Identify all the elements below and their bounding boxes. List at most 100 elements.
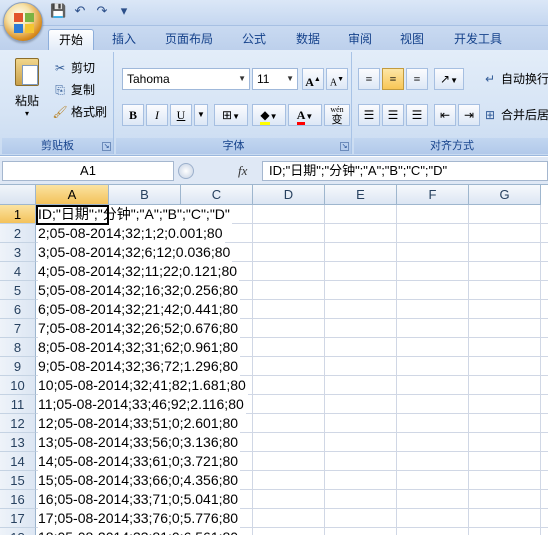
phonetic-button[interactable]: wén 变 — [324, 104, 350, 126]
cell-a6[interactable]: 6;05-08-2014;32;21;42;0.441;80 — [38, 300, 241, 319]
cell-a15[interactable]: 15;05-08-2014;33;66;0;4.356;80 — [38, 471, 241, 490]
cell-a18[interactable]: 18;05-08-2014;33;81;0;6.561;80 — [38, 528, 241, 535]
cell-a5[interactable]: 5;05-08-2014;32;16;32;0.256;80 — [38, 281, 241, 300]
tab-review[interactable]: 审阅 — [340, 29, 380, 50]
column-header-f[interactable]: F — [397, 185, 469, 205]
row-header-8[interactable]: 8 — [0, 338, 36, 357]
merge-center-button[interactable]: ⊞ 合并后居 — [482, 105, 548, 125]
column-header-a[interactable]: A — [36, 185, 109, 205]
row-header-6[interactable]: 6 — [0, 300, 36, 319]
cell-a9[interactable]: 9;05-08-2014;32;36;72;1.296;80 — [38, 357, 241, 376]
increase-indent-button[interactable]: ⇥ — [458, 104, 480, 126]
row-header-7[interactable]: 7 — [0, 319, 36, 338]
italic-button[interactable]: I — [146, 104, 168, 126]
cut-button[interactable]: ✂ 剪切 — [52, 58, 95, 78]
insert-function-icon[interactable]: fx — [238, 161, 247, 181]
copy-button[interactable]: ⎘ 复制 — [52, 80, 95, 100]
tab-view[interactable]: 视图 — [392, 29, 432, 50]
row-header-1[interactable]: 1 — [0, 205, 36, 224]
customize-icon[interactable]: ▾ — [116, 4, 132, 20]
orientation-button[interactable]: ↗▼ — [434, 68, 464, 90]
grow-font-button[interactable]: A▲ — [302, 68, 324, 90]
align-middle-button[interactable]: ≡ — [382, 68, 404, 90]
tab-data[interactable]: 数据 — [288, 29, 328, 50]
cell-a2[interactable]: 2;05-08-2014;32;1;2;0.001;80 — [38, 224, 225, 243]
cell-a3[interactable]: 3;05-08-2014;32;6;12;0.036;80 — [38, 243, 233, 262]
name-box[interactable]: A1 — [2, 161, 174, 181]
select-all-corner[interactable] — [0, 185, 36, 205]
cell-a16[interactable]: 16;05-08-2014;33;71;0;5.041;80 — [38, 490, 241, 509]
row-header-2[interactable]: 2 — [0, 224, 36, 243]
bold-button[interactable]: B — [122, 104, 144, 126]
cell-a1[interactable]: ID;"日期";"分钟";"A";"B";"C";"D" — [38, 205, 232, 224]
cell-a7[interactable]: 7;05-08-2014;32;26;52;0.676;80 — [38, 319, 241, 338]
chevron-down-icon[interactable]: ▼ — [194, 104, 208, 126]
save-icon[interactable]: 💾 — [50, 4, 66, 20]
cell-a10[interactable]: 10;05-08-2014;32;41;82;1.681;80 — [38, 376, 248, 395]
fill-color-button[interactable]: ◆▼ — [252, 104, 286, 126]
worksheet-grid[interactable]: A B C D E F G 1 ID;"日期";"分钟";"A";"B";"C";"D" 2 2;0… — [0, 185, 548, 535]
font-group: Tahoma ▼ 11 ▼ A▲ A▼ B I U ▼ ⊞▼ ◆▼ A▼ wén… — [116, 52, 352, 154]
column-header-e[interactable]: E — [325, 185, 397, 205]
paste-button[interactable]: 粘贴 ▾ — [10, 56, 44, 122]
row-header-10[interactable]: 10 — [0, 376, 36, 395]
align-right-button[interactable]: ☰ — [406, 104, 428, 126]
cell-a4[interactable]: 4;05-08-2014;32;11;22;0.121;80 — [38, 262, 240, 281]
tab-insert[interactable]: 插入 — [104, 29, 144, 50]
row-header-16[interactable]: 16 — [0, 490, 36, 509]
row-header-12[interactable]: 12 — [0, 414, 36, 433]
column-header-b[interactable]: B — [109, 185, 181, 205]
row-header-15[interactable]: 15 — [0, 471, 36, 490]
font-color-button[interactable]: A▼ — [288, 104, 322, 126]
orientation-icon: ↗ — [440, 72, 451, 86]
row-header-5[interactable]: 5 — [0, 281, 36, 300]
align-center-button[interactable]: ☰ — [382, 104, 404, 126]
tab-formulas[interactable]: 公式 — [234, 29, 274, 50]
column-header-c[interactable]: C — [181, 185, 253, 205]
cell-a14[interactable]: 14;05-08-2014;33;61;0;3.721;80 — [38, 452, 241, 471]
row-header-11[interactable]: 11 — [0, 395, 36, 414]
grid-line — [540, 205, 541, 535]
row-header-17[interactable]: 17 — [0, 509, 36, 528]
column-header-g[interactable]: G — [469, 185, 541, 205]
formula-bar: A1 fx ID;"日期";"分钟";"A";"B";"C";"D" — [0, 157, 548, 185]
cell-a13[interactable]: 13;05-08-2014;33;56;0;3.136;80 — [38, 433, 241, 452]
cell-a17[interactable]: 17;05-08-2014;33;76;0;5.776;80 — [38, 509, 241, 528]
office-button[interactable] — [3, 2, 43, 42]
phonetic-char-label: 变 — [331, 114, 343, 126]
cell-a12[interactable]: 12;05-08-2014;33;51;0;2.601;80 — [38, 414, 241, 433]
decrease-indent-button[interactable]: ⇤ — [434, 104, 456, 126]
row-header-13[interactable]: 13 — [0, 433, 36, 452]
format-painter-button[interactable]: 🖌 格式刷 — [52, 102, 107, 122]
dialog-launcher-icon[interactable]: ↘ — [340, 142, 349, 151]
tab-page-layout[interactable]: 页面布局 — [158, 29, 220, 50]
row-header-14[interactable]: 14 — [0, 452, 36, 471]
row-header-18[interactable]: 18 — [0, 528, 36, 535]
cell-a11[interactable]: 11;05-08-2014;33;46;92;2.116;80 — [38, 395, 246, 414]
wrap-text-button[interactable]: ↵ 自动换行 — [482, 69, 548, 89]
row-header-4[interactable]: 4 — [0, 262, 36, 281]
dialog-launcher-icon[interactable]: ↘ — [102, 142, 111, 151]
align-bottom-button[interactable]: ≡ — [406, 68, 428, 90]
underline-button[interactable]: U — [170, 104, 192, 126]
undo-icon[interactable]: ↶ — [72, 4, 88, 20]
row-header-9[interactable]: 9 — [0, 357, 36, 376]
font-size-combo[interactable]: 11 ▼ — [252, 68, 298, 90]
formula-input[interactable]: ID;"日期";"分钟";"A";"B";"C";"D" — [262, 161, 548, 181]
border-button[interactable]: ⊞▼ — [214, 104, 248, 126]
shrink-font-button[interactable]: A▼ — [326, 68, 348, 90]
align-top-button[interactable]: ≡ — [358, 68, 380, 90]
row-header-3[interactable]: 3 — [0, 243, 36, 262]
cell-a8[interactable]: 8;05-08-2014;32;31;62;0.961;80 — [38, 338, 241, 357]
resize-handle-icon[interactable] — [178, 163, 194, 179]
quick-access-toolbar: 💾 ↶ ↷ ▾ — [50, 4, 132, 20]
column-header-d[interactable]: D — [253, 185, 325, 205]
font-name-combo[interactable]: Tahoma ▼ — [122, 68, 250, 90]
grid-line — [324, 205, 325, 535]
wrap-text-icon: ↵ — [484, 72, 496, 86]
align-left-button[interactable]: ☰ — [358, 104, 380, 126]
redo-icon[interactable]: ↷ — [94, 4, 110, 20]
tab-home[interactable]: 开始 — [48, 29, 94, 50]
copy-icon: ⎘ — [55, 83, 65, 97]
tab-developer[interactable]: 开发工具 — [446, 29, 510, 50]
